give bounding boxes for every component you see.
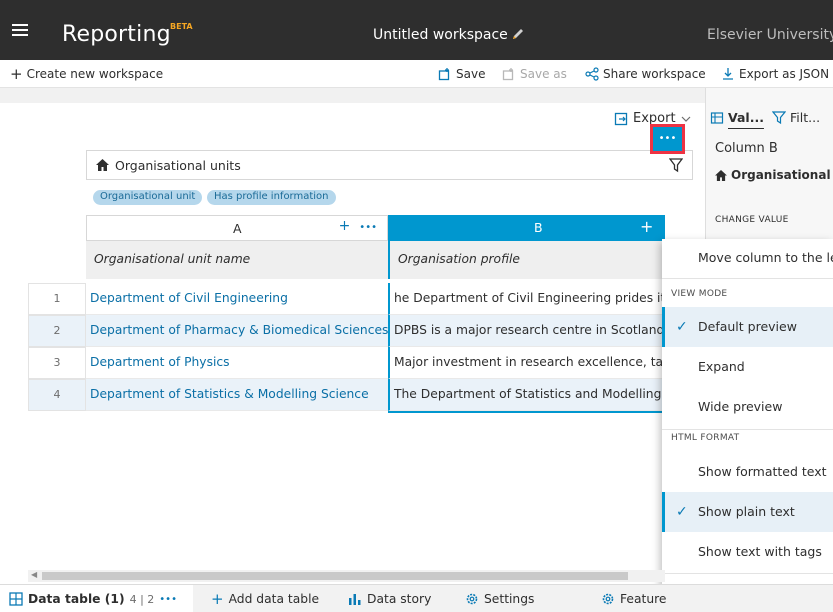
table-cell-profile[interactable]: he Department of Civil Engineering pride…	[388, 283, 665, 315]
chevron-down-icon	[681, 116, 690, 122]
change-value-label: CHANGE VALUE	[715, 215, 789, 225]
column-letter: B	[534, 220, 543, 235]
save-icon	[438, 68, 450, 81]
column-b-selection-border	[388, 411, 665, 413]
save-button[interactable]: Save	[438, 67, 485, 81]
create-workspace-button[interactable]: + Create new workspace	[10, 65, 163, 83]
add-column-icon[interactable]: +	[640, 217, 653, 236]
add-data-table-button[interactable]: + Add data table	[211, 590, 319, 608]
chip-has-profile-information[interactable]: Has profile information	[207, 190, 336, 205]
export-json-button[interactable]: Export as JSON	[721, 67, 829, 81]
table-icon	[9, 592, 23, 606]
menu-item-expand[interactable]: Expand	[662, 347, 833, 387]
more-options-icon[interactable]: •••	[359, 222, 377, 233]
pencil-icon[interactable]	[510, 26, 526, 42]
table-cell-profile[interactable]: The Department of Statistics and Modelli…	[388, 379, 665, 411]
export-icon	[614, 112, 628, 125]
view-mode-header: VIEW MODE	[671, 289, 728, 299]
html-format-header: HTML FORMAT	[671, 433, 740, 443]
menu-item-show-tags[interactable]: Show text with tags	[662, 532, 833, 572]
table-cell-profile[interactable]: DPBS is a major research centre in Scotl…	[388, 315, 665, 347]
table-cell-unit[interactable]: Department of Physics	[86, 347, 388, 379]
tab-feature[interactable]: Feature	[601, 592, 666, 606]
tab-filters[interactable]: Filt...	[772, 110, 820, 125]
bar-chart-icon	[349, 594, 361, 605]
hamburger-menu-icon[interactable]	[12, 24, 28, 36]
tab-data-table[interactable]: Data table (1) 4 | 2 •••	[9, 592, 177, 606]
top-strip	[0, 88, 705, 103]
share-workspace-button[interactable]: Share workspace	[585, 67, 706, 81]
tab-data-story[interactable]: Data story	[348, 592, 431, 606]
selected-column-name: Column B	[715, 141, 778, 156]
table-cell-unit[interactable]: Department of Pharmacy & Biomedical Scie…	[86, 315, 388, 347]
share-icon	[585, 67, 599, 81]
row-number[interactable]: 2	[28, 315, 86, 347]
menu-divider	[662, 429, 833, 430]
row-number[interactable]: 1	[28, 283, 86, 315]
more-options-icon: •••	[658, 133, 677, 144]
column-header-a[interactable]: A + •••	[86, 215, 388, 241]
workspace-toolbar: + Create new workspace Save Save as Shar…	[0, 60, 833, 88]
menu-item-show-formatted[interactable]: Show formatted text	[662, 452, 833, 492]
menu-item-wide-preview[interactable]: Wide preview	[662, 387, 833, 427]
save-as-icon	[502, 68, 514, 81]
table-cell-profile[interactable]: Major investment in research excellence,…	[388, 347, 665, 379]
values-icon	[710, 111, 724, 124]
home-icon	[96, 159, 109, 171]
dataset-bar[interactable]: Organisational units	[86, 150, 693, 180]
menu-item-default-preview[interactable]: ✓ Default preview	[662, 307, 833, 347]
column-a-actions[interactable]: + •••	[339, 218, 377, 234]
bottom-tab-bar: Data table (1) 4 | 2 ••• + Add data tabl…	[0, 584, 833, 612]
horizontal-scrollbar[interactable]: ◀	[28, 570, 665, 582]
chip-organisational-unit[interactable]: Organisational unit	[93, 190, 203, 205]
beta-badge: BETA	[170, 22, 193, 31]
scrollbar-thumb[interactable]	[42, 572, 628, 580]
menu-item-show-plain[interactable]: ✓ Show plain text	[662, 492, 833, 532]
tab-settings[interactable]: Settings	[465, 592, 534, 606]
column-options-menu: Move column to the lef VIEW MODE ✓ Defau…	[662, 239, 833, 612]
app-header: Reporting BETA Untitled workspace Elsevi…	[0, 0, 833, 60]
scroll-left-icon[interactable]: ◀	[31, 570, 37, 579]
organization-name[interactable]: Elsevier University	[707, 27, 833, 43]
gear-icon	[466, 593, 478, 605]
tab-values[interactable]: Val...	[710, 110, 764, 125]
dataset-label: Organisational units	[115, 158, 241, 173]
data-table-area: Export Organisational units Organisation…	[0, 88, 705, 584]
column-header-b[interactable]: B +	[388, 215, 665, 241]
column-a-header-cell: Organisational unit name	[86, 241, 388, 279]
check-icon: ✓	[676, 319, 688, 335]
save-as-button[interactable]: Save as	[502, 67, 567, 81]
home-icon	[715, 169, 727, 181]
row-number[interactable]: 3	[28, 347, 86, 379]
menu-item-move-left[interactable]: Move column to the lef	[662, 239, 833, 277]
table-cell-unit[interactable]: Department of Statistics & Modelling Sci…	[86, 379, 388, 411]
column-b-more-options-button[interactable]: •••	[650, 124, 685, 154]
menu-divider	[662, 278, 833, 279]
filter-icon[interactable]	[669, 158, 683, 173]
row-number[interactable]: 4	[28, 379, 86, 411]
more-options-icon[interactable]: •••	[159, 594, 177, 605]
download-icon	[723, 68, 733, 80]
plus-icon: +	[10, 65, 23, 83]
column-b-header-cell: Organisation profile	[388, 241, 665, 279]
gear-icon	[602, 593, 614, 605]
selected-dataset: Organisational ...	[715, 168, 833, 182]
add-column-icon[interactable]: +	[339, 218, 351, 234]
app-title: Reporting	[62, 22, 171, 47]
plus-icon: +	[211, 590, 224, 608]
workspace-title[interactable]: Untitled workspace	[373, 27, 508, 43]
check-icon: ✓	[676, 504, 688, 520]
column-letter: A	[233, 221, 242, 236]
filter-icon	[772, 110, 786, 124]
table-cell-unit[interactable]: Department of Civil Engineering	[86, 283, 388, 315]
